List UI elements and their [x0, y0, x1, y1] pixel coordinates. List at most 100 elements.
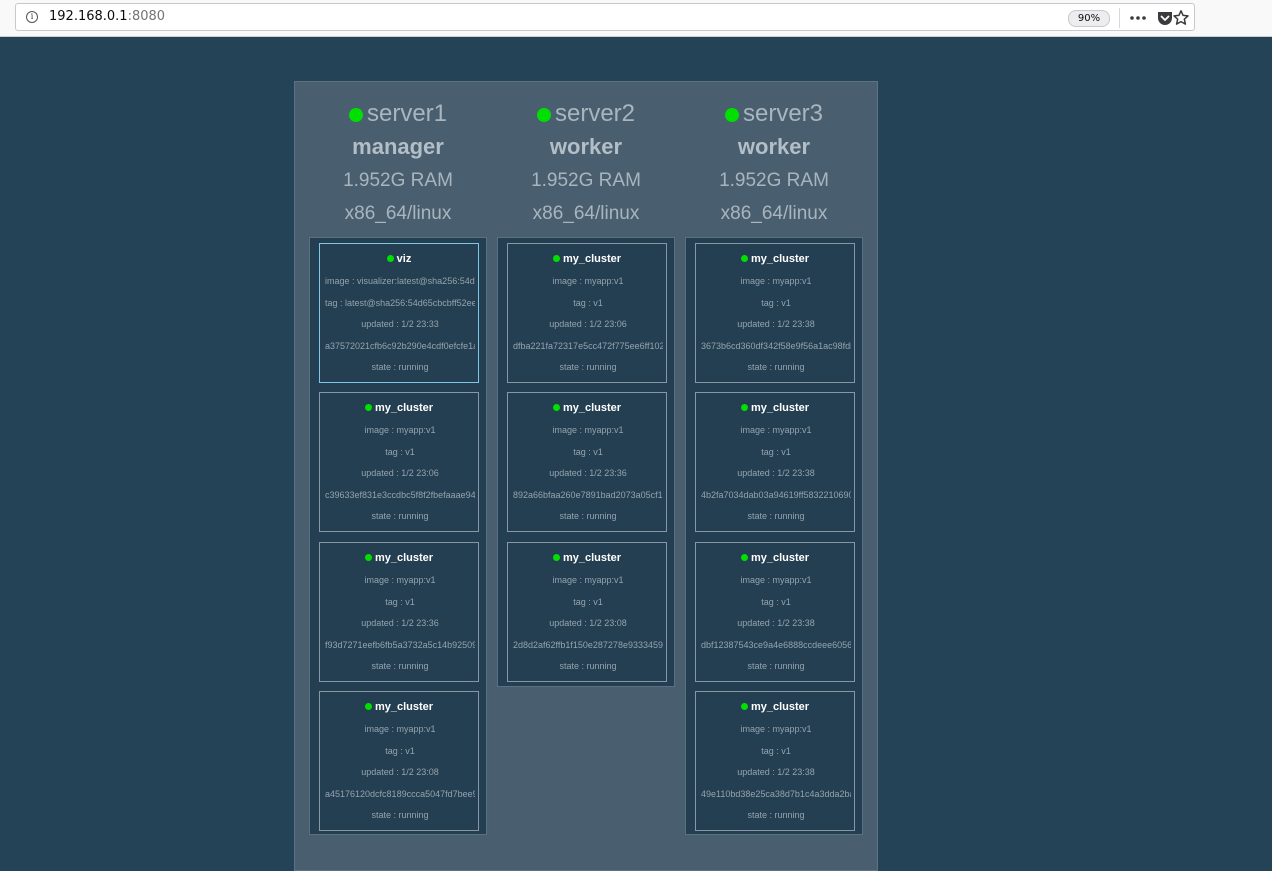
task-updated: updated : 1/2 23:38 [737, 468, 815, 478]
task-card[interactable]: my_cluster image : myapp:v1 tag : v1 upd… [695, 392, 855, 532]
task-image: image : myapp:v1 [552, 575, 624, 585]
task-image: image : myapp:v1 [740, 575, 812, 585]
task-id: 49e110bd38e25ca38d7b1c4a3dda2ba [701, 789, 851, 799]
task-image: image : myapp:v1 [364, 575, 436, 585]
task-image: image : myapp:v1 [364, 724, 436, 734]
swarm-visualizer-panel: server1 manager 1.952G RAM x86_64/linux … [294, 81, 878, 871]
node-header-server2: server2 worker 1.952G RAM x86_64/linux [491, 82, 681, 230]
task-name: my_cluster [508, 401, 666, 415]
task-updated: updated : 1/2 23:06 [361, 468, 439, 478]
node-ram: 1.952G RAM [531, 170, 641, 191]
task-id: a45176120dcfc8189ccca5047fd7bee95 [325, 789, 475, 799]
status-dot-icon [552, 554, 560, 561]
bookmark-star-icon[interactable] [1172, 9, 1190, 27]
task-state: state : running [559, 511, 617, 521]
task-updated: updated : 1/2 23:36 [549, 468, 627, 478]
task-id: dbf12387543ce9a4e6888ccdeee60566 [701, 640, 851, 650]
task-tag: tag : v1 [573, 447, 603, 457]
task-name-text: my_cluster [562, 253, 622, 265]
task-image: image : myapp:v1 [364, 425, 436, 435]
task-card[interactable]: my_cluster image : myapp:v1 tag : v1 upd… [507, 243, 667, 383]
status-dot-icon [724, 108, 739, 122]
task-name-text: my_cluster [750, 253, 810, 265]
task-card[interactable]: my_cluster image : myapp:v1 tag : v1 upd… [507, 542, 667, 682]
task-tag: tag : v1 [573, 597, 603, 607]
zoom-level-badge[interactable]: 90% [1068, 10, 1110, 27]
url-bar[interactable]: i 192.168.0.1:8080 90% [15, 3, 1195, 31]
task-state: state : running [747, 810, 805, 820]
status-dot-icon [348, 108, 363, 122]
info-icon[interactable]: i [26, 11, 38, 23]
task-state: state : running [747, 362, 805, 372]
task-tag: tag : v1 [761, 447, 791, 457]
node-title: server1 [303, 98, 493, 130]
task-tag: tag : latest@sha256:54d65cbcbff52ee7 [325, 298, 475, 308]
status-dot-icon [740, 255, 748, 262]
node-tasks-server1: viz image : visualizer:latest@sha256:54d… [309, 237, 487, 835]
task-name: my_cluster [320, 401, 478, 415]
task-state: state : running [371, 661, 429, 671]
task-image: image : myapp:v1 [740, 276, 812, 286]
task-id: 892a66bfaa260e7891bad2073a05cf12 [513, 490, 663, 500]
task-name-text: my_cluster [374, 552, 434, 564]
task-image: image : myapp:v1 [552, 276, 624, 286]
task-updated: updated : 1/2 23:38 [737, 767, 815, 777]
status-dot-icon [386, 255, 394, 262]
node-role: worker [549, 134, 623, 159]
task-state: state : running [371, 810, 429, 820]
task-card[interactable]: my_cluster image : myapp:v1 tag : v1 upd… [507, 392, 667, 532]
task-updated: updated : 1/2 23:38 [737, 618, 815, 628]
task-tag: tag : v1 [761, 597, 791, 607]
url-text[interactable]: 192.168.0.1:8080 [49, 9, 165, 24]
status-dot-icon [364, 554, 372, 561]
task-tag: tag : v1 [761, 298, 791, 308]
task-id: 4b2fa7034dab03a94619ff5832210690 [701, 490, 851, 500]
task-updated: updated : 1/2 23:06 [549, 319, 627, 329]
node-name: server3 [742, 100, 824, 127]
task-name: my_cluster [508, 551, 666, 565]
task-tag: tag : v1 [385, 447, 415, 457]
browser-toolbar: i 192.168.0.1:8080 90% [0, 0, 1272, 37]
task-card[interactable]: my_cluster image : myapp:v1 tag : v1 upd… [695, 691, 855, 831]
task-name-text: my_cluster [374, 402, 434, 414]
task-state: state : running [747, 661, 805, 671]
task-name: my_cluster [320, 551, 478, 565]
task-name: my_cluster [696, 401, 854, 415]
task-card[interactable]: my_cluster image : myapp:v1 tag : v1 upd… [319, 392, 479, 532]
task-updated: updated : 1/2 23:08 [549, 618, 627, 628]
task-name: viz [320, 252, 478, 266]
task-name: my_cluster [696, 551, 854, 565]
task-image: image : myapp:v1 [740, 425, 812, 435]
task-state: state : running [747, 511, 805, 521]
task-name: my_cluster [508, 252, 666, 266]
node-header-server3: server3 worker 1.952G RAM x86_64/linux [679, 82, 869, 230]
more-icon[interactable] [1129, 9, 1147, 27]
node-header-server1: server1 manager 1.952G RAM x86_64/linux [303, 82, 493, 230]
task-card[interactable]: viz image : visualizer:latest@sha256:54d… [319, 243, 479, 383]
task-state: state : running [371, 362, 429, 372]
task-name-text: my_cluster [750, 402, 810, 414]
task-card[interactable]: my_cluster image : myapp:v1 tag : v1 upd… [695, 542, 855, 682]
task-card[interactable]: my_cluster image : myapp:v1 tag : v1 upd… [319, 691, 479, 831]
task-tag: tag : v1 [573, 298, 603, 308]
node-arch: x86_64/linux [720, 203, 828, 224]
task-state: state : running [559, 661, 617, 671]
task-name: my_cluster [696, 700, 854, 714]
task-updated: updated : 1/2 23:33 [361, 319, 439, 329]
task-id: f93d7271eefb6fb5a3732a5c14b925095 [325, 640, 475, 650]
task-name: my_cluster [696, 252, 854, 266]
task-name-text: my_cluster [374, 701, 434, 713]
task-card[interactable]: my_cluster image : myapp:v1 tag : v1 upd… [695, 243, 855, 383]
task-card[interactable]: my_cluster image : myapp:v1 tag : v1 upd… [319, 542, 479, 682]
node-arch: x86_64/linux [344, 203, 452, 224]
status-dot-icon [552, 255, 560, 262]
url-host: 192.168.0.1 [49, 9, 128, 24]
task-id: 3673b6cd360df342f58e9f56a1ac98fdb [701, 341, 851, 351]
node-role: worker [737, 134, 811, 159]
task-image: image : visualizer:latest@sha256:54d6 [325, 276, 475, 286]
status-dot-icon [552, 404, 560, 411]
node-ram: 1.952G RAM [343, 170, 453, 191]
node-name: server1 [366, 100, 448, 127]
task-tag: tag : v1 [385, 746, 415, 756]
task-name-text: my_cluster [562, 402, 622, 414]
